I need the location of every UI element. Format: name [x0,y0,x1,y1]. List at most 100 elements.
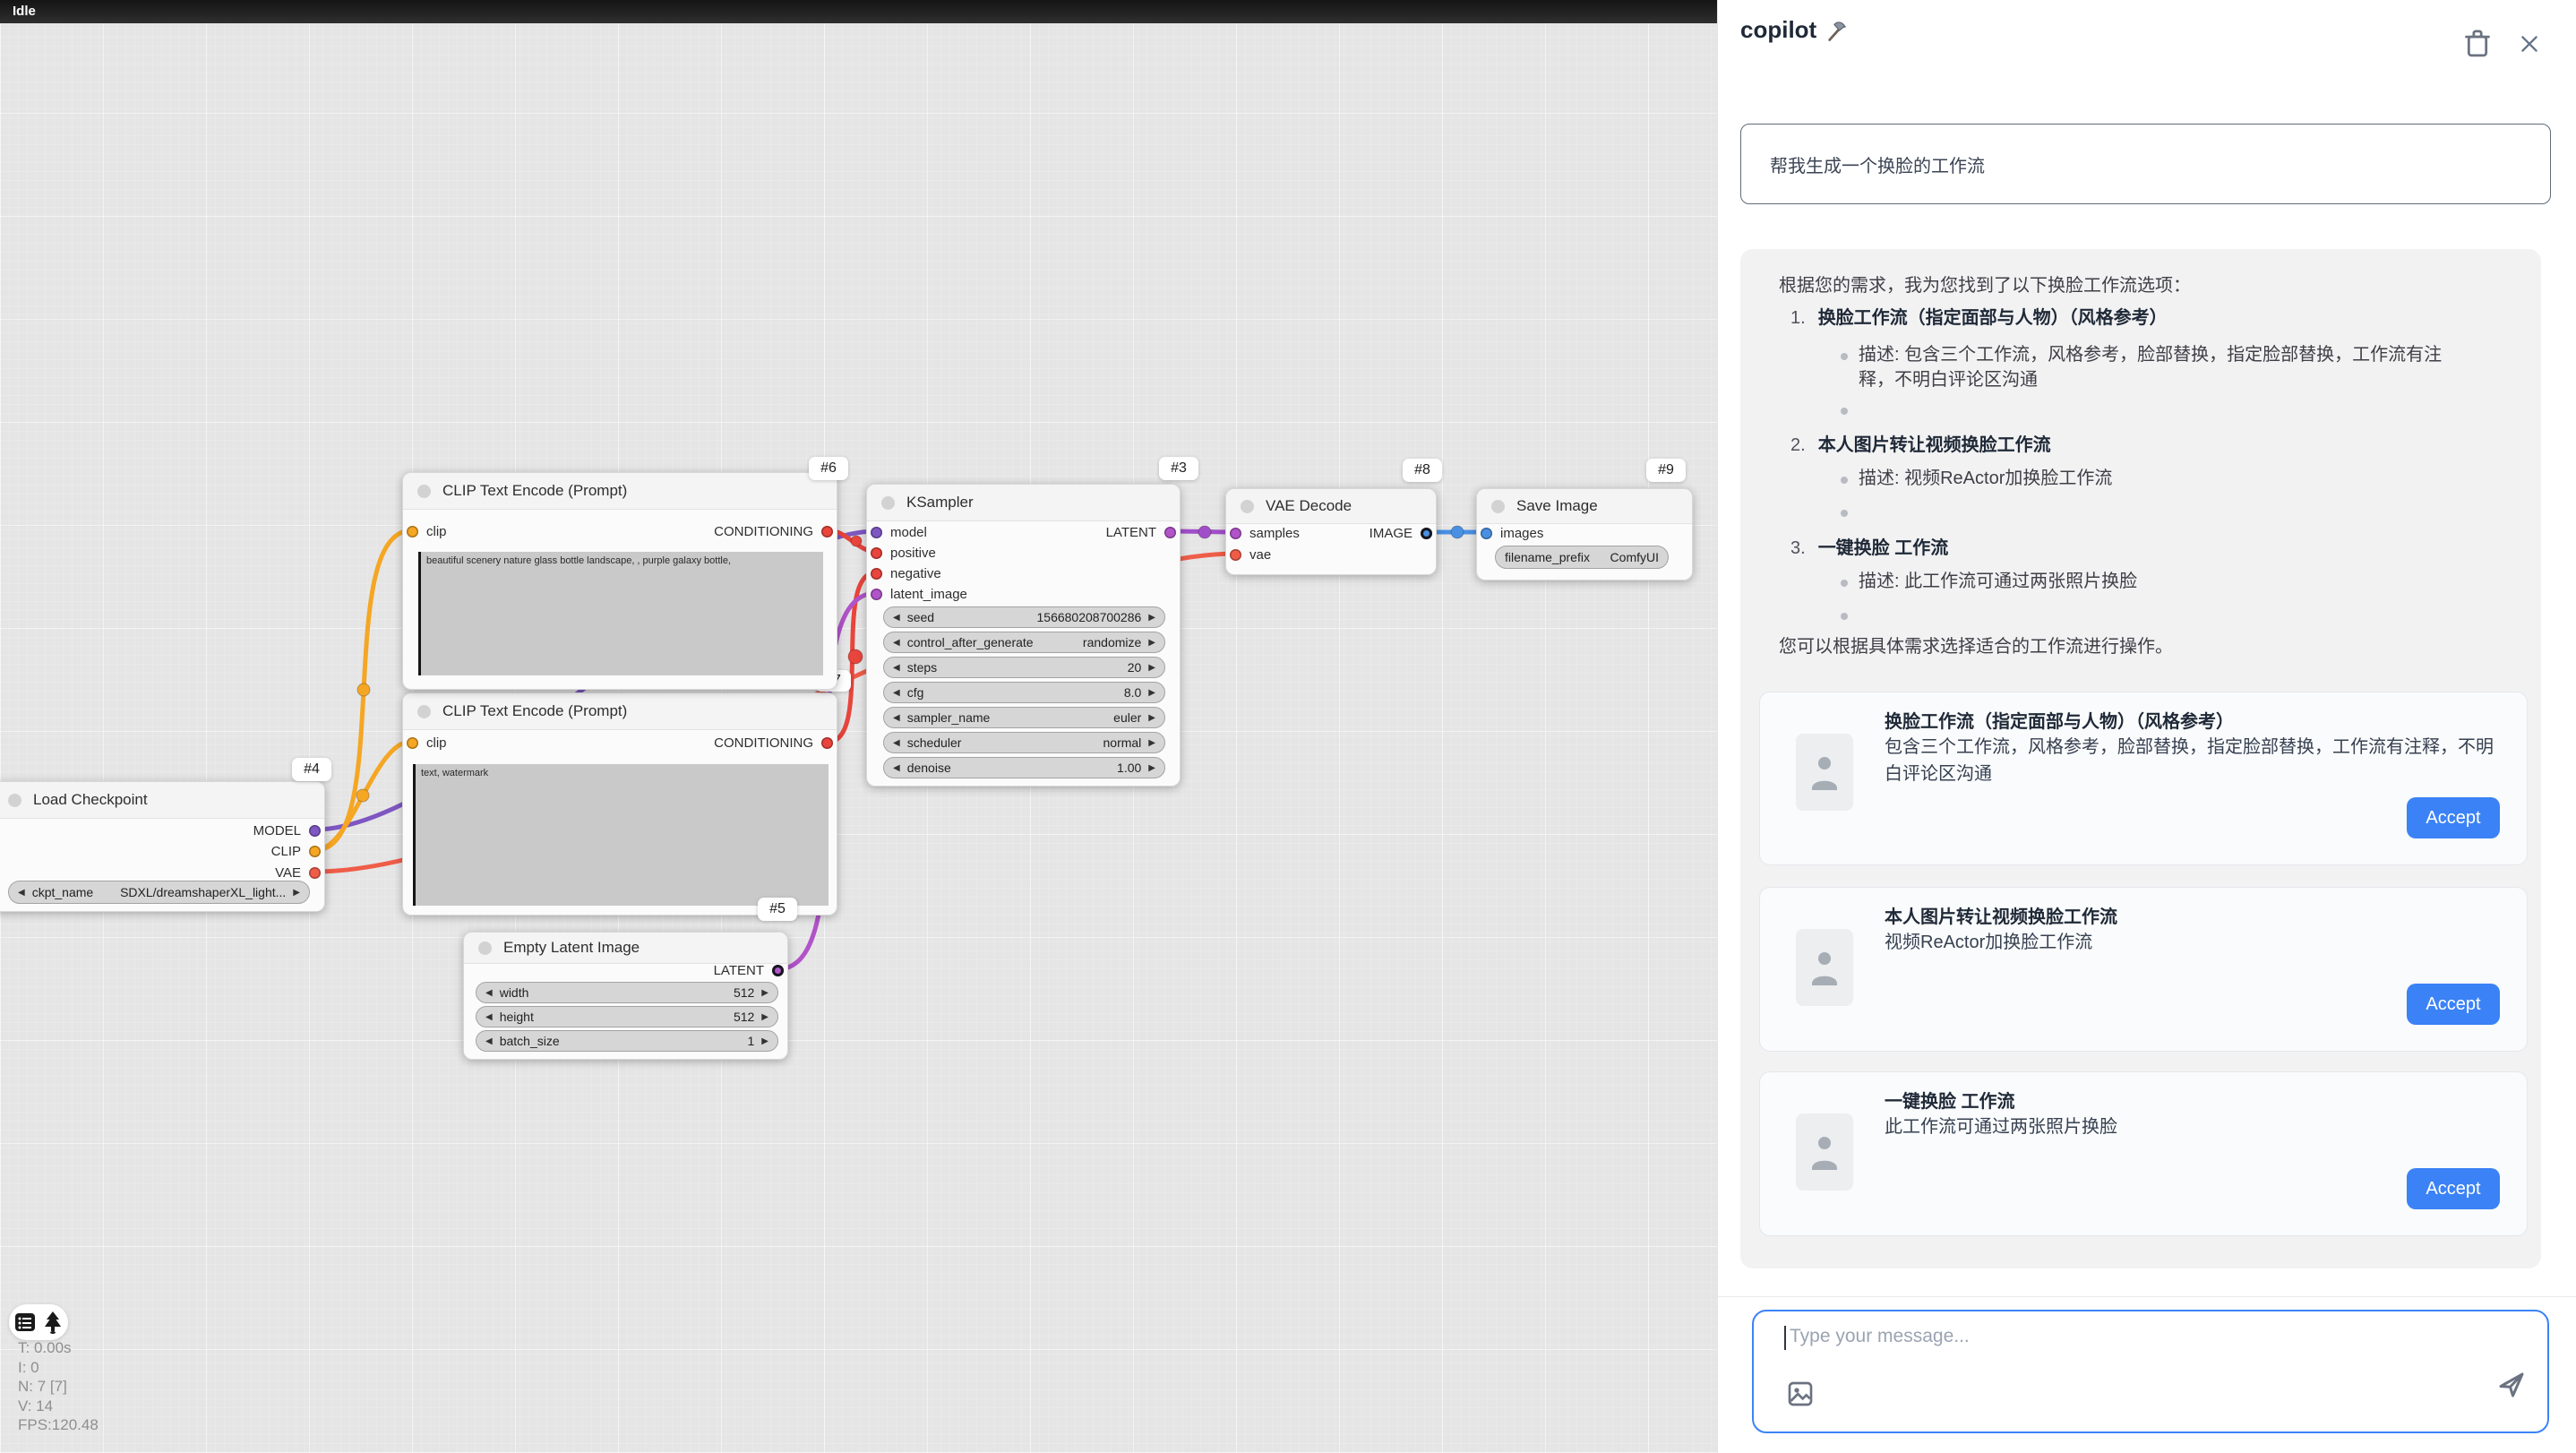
conditioning-port-icon[interactable] [871,547,882,559]
stepper-left-icon[interactable]: ◀ [485,1036,493,1046]
clip-port-icon[interactable] [407,526,418,537]
output-conditioning[interactable]: CONDITIONING [714,736,833,749]
input-samples[interactable]: samples [1230,527,1300,539]
stepper-right-icon[interactable]: ▶ [761,988,769,998]
negative-prompt-textarea[interactable]: text, watermark [413,764,829,906]
stepper-right-icon[interactable]: ▶ [293,888,300,898]
stepper-left-icon[interactable]: ◀ [893,763,900,773]
control-after-generate-widget[interactable]: ◀control_after_generate randomize▶ [883,632,1165,653]
stepper-left-icon[interactable]: ◀ [893,613,900,623]
vae-port-icon[interactable] [309,867,321,879]
node-empty-latent-image[interactable]: Empty Latent Image LATENT ◀width 512▶ ◀h… [463,932,788,1060]
stepper-left-icon[interactable]: ◀ [485,1012,493,1022]
stepper-left-icon[interactable]: ◀ [485,988,493,998]
stepper-left-icon[interactable]: ◀ [18,888,25,898]
stepper-left-icon[interactable]: ◀ [893,638,900,648]
stepper-right-icon[interactable]: ▶ [761,1012,769,1022]
node-title-bar[interactable]: Empty Latent Image [464,933,787,964]
scheduler-widget[interactable]: ◀scheduler normal▶ [883,732,1165,753]
stepper-right-icon[interactable]: ▶ [1148,713,1155,723]
output-latent[interactable]: LATENT [1106,526,1176,538]
output-image[interactable]: IMAGE [1370,527,1432,539]
stepper-right-icon[interactable]: ▶ [1148,613,1155,623]
stepper-right-icon[interactable]: ▶ [761,1036,769,1046]
stepper-right-icon[interactable]: ▶ [1148,663,1155,673]
clip-port-icon[interactable] [407,737,418,749]
input-model[interactable]: model [871,526,927,538]
denoise-widget[interactable]: ◀denoise 1.00▶ [883,757,1165,778]
node-title-bar[interactable]: CLIP Text Encode (Prompt) [403,693,837,730]
filename-prefix-widget[interactable]: filename_prefix ComfyUI [1495,546,1669,569]
input-clip[interactable]: clip [407,525,447,537]
clear-chat-button[interactable] [2462,27,2493,62]
send-button[interactable] [2495,1369,2528,1404]
close-panel-button[interactable] [2518,32,2541,58]
output-model[interactable]: MODEL [253,824,321,837]
output-conditioning[interactable]: CONDITIONING [714,525,833,537]
stepper-left-icon[interactable]: ◀ [893,713,900,723]
seed-widget[interactable]: ◀seed 156680208700286▶ [883,606,1165,628]
batch-size-widget[interactable]: ◀batch_size 1▶ [476,1030,778,1052]
node-collapse-dot[interactable] [1491,500,1505,513]
input-latent-image[interactable]: latent_image [871,588,967,600]
image-port-icon[interactable] [1481,528,1492,539]
stepper-right-icon[interactable]: ▶ [1148,638,1155,648]
node-title-bar[interactable]: Load Checkpoint [0,782,324,819]
attach-image-button[interactable] [1786,1380,1815,1411]
node-title-bar[interactable]: KSampler [867,485,1180,521]
latent-port-icon[interactable] [1230,528,1241,539]
node-title-bar[interactable]: Save Image [1477,489,1692,524]
model-port-icon[interactable] [309,825,321,837]
message-input[interactable] [1788,1324,2418,1372]
node-collapse-dot[interactable] [8,794,21,807]
input-positive[interactable]: positive [871,546,936,559]
stepper-right-icon[interactable]: ▶ [1148,763,1155,773]
conditioning-port-icon[interactable] [821,737,833,749]
output-latent[interactable]: LATENT [714,964,784,976]
accept-button[interactable]: Accept [2407,984,2500,1025]
node-ksampler[interactable]: KSampler model positive negative latent_… [866,484,1181,787]
latent-port-icon[interactable] [772,965,784,976]
image-port-icon[interactable] [1421,528,1432,539]
node-graph-canvas[interactable] [0,23,1717,1453]
input-negative[interactable]: negative [871,567,941,580]
input-vae[interactable]: vae [1230,548,1271,561]
node-clip-text-encode-negative[interactable]: CLIP Text Encode (Prompt) clip CONDITION… [402,692,837,916]
node-collapse-dot[interactable] [1241,500,1254,513]
width-widget[interactable]: ◀width 512▶ [476,982,778,1003]
output-clip[interactable]: CLIP [271,845,321,857]
sampler-name-widget[interactable]: ◀sampler_name euler▶ [883,707,1165,728]
output-vae[interactable]: VAE [275,866,321,879]
ckpt-name-widget[interactable]: ◀ ckpt_name SDXL/dreamshaperXL_light... … [8,881,310,904]
positive-prompt-textarea[interactable]: beautiful scenery nature glass bottle la… [418,552,823,675]
node-collapse-dot[interactable] [417,705,431,718]
steps-widget[interactable]: ◀steps 20▶ [883,657,1165,678]
workflow-tree-icon[interactable] [43,1311,63,1334]
node-list-icon[interactable] [14,1312,36,1332]
latent-port-icon[interactable] [871,589,882,600]
height-widget[interactable]: ◀height 512▶ [476,1006,778,1027]
latent-port-icon[interactable] [1164,527,1176,538]
node-load-checkpoint[interactable]: Load Checkpoint MODEL CLIP VAE ◀ ckpt_na… [0,781,325,912]
accept-button[interactable]: Accept [2407,797,2500,838]
node-collapse-dot[interactable] [478,941,492,955]
conditioning-port-icon[interactable] [871,568,882,580]
stepper-left-icon[interactable]: ◀ [893,738,900,748]
accept-button[interactable]: Accept [2407,1168,2500,1209]
stepper-left-icon[interactable]: ◀ [893,663,900,673]
cfg-widget[interactable]: ◀cfg 8.0▶ [883,682,1165,703]
clip-port-icon[interactable] [309,846,321,857]
model-port-icon[interactable] [871,527,882,538]
conditioning-port-icon[interactable] [821,526,833,537]
stepper-right-icon[interactable]: ▶ [1148,738,1155,748]
input-clip[interactable]: clip [407,736,447,749]
node-vae-decode[interactable]: VAE Decode samples vae IMAGE [1225,488,1437,575]
node-title-bar[interactable]: VAE Decode [1226,489,1436,524]
stepper-right-icon[interactable]: ▶ [1148,688,1155,698]
vae-port-icon[interactable] [1230,549,1241,561]
node-collapse-dot[interactable] [881,496,895,510]
input-images[interactable]: images [1481,527,1543,539]
node-clip-text-encode-positive[interactable]: CLIP Text Encode (Prompt) clip CONDITION… [402,472,837,690]
node-collapse-dot[interactable] [417,485,431,498]
node-title-bar[interactable]: CLIP Text Encode (Prompt) [403,473,837,510]
